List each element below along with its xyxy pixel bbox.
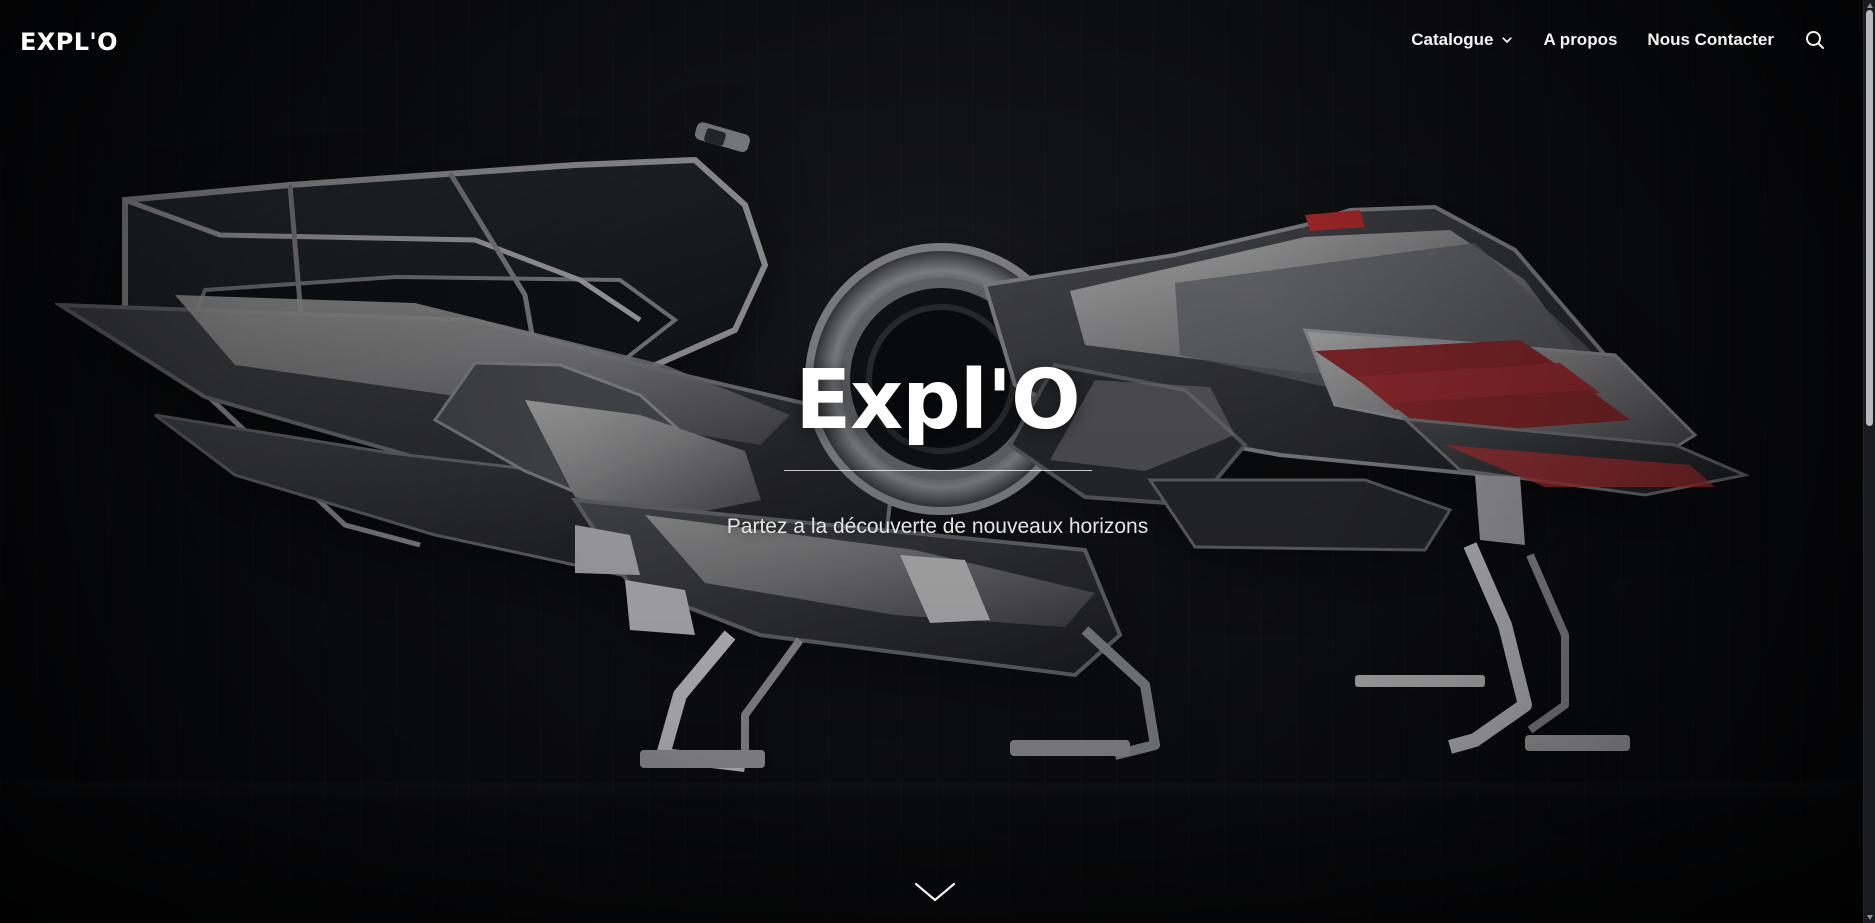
hero-section: Expl'O Partez a la découverte de nouveau… <box>0 360 1875 539</box>
main-navigation: Catalogue A propos Nous Contacter <box>1411 29 1826 51</box>
hero-title: Expl'O <box>795 353 1081 448</box>
landing-page: EXPL'O Catalogue A propos Nous Contacter <box>0 0 1875 923</box>
scrollbar-thumb[interactable] <box>1866 10 1873 426</box>
site-header: EXPL'O Catalogue A propos Nous Contacter <box>0 0 1875 88</box>
vertical-scrollbar[interactable] <box>1863 0 1875 923</box>
hero-divider <box>783 470 1092 471</box>
nav-catalogue-label: Catalogue <box>1411 30 1494 49</box>
nav-about-label: A propos <box>1543 30 1618 49</box>
site-brand[interactable]: EXPL'O <box>20 28 118 56</box>
chevron-down-icon <box>1501 34 1513 46</box>
nav-contact[interactable]: Nous Contacter <box>1647 30 1774 50</box>
search-icon <box>1804 29 1826 51</box>
nav-catalogue[interactable]: Catalogue <box>1411 30 1513 50</box>
hero-subtitle: Partez a la découverte de nouveaux horiz… <box>726 515 1149 538</box>
scroll-down-icon <box>913 882 957 908</box>
search-button[interactable] <box>1804 29 1826 51</box>
scroll-down-button[interactable] <box>913 880 957 909</box>
scroll-down-arrow-icon[interactable] <box>1867 915 1873 920</box>
scroll-up-arrow-icon[interactable] <box>1867 3 1873 8</box>
nav-about[interactable]: A propos <box>1543 30 1617 50</box>
nav-contact-label: Nous Contacter <box>1647 30 1774 49</box>
